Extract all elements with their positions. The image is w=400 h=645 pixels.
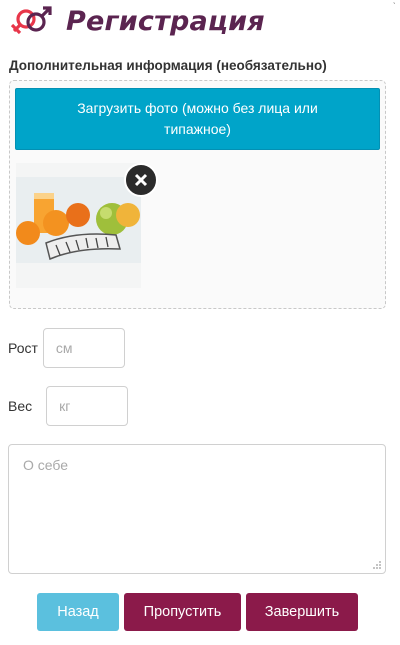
upload-photo-button[interactable]: Загрузить фото (можно без лица или типаж… — [15, 88, 380, 150]
photo-preview — [16, 163, 158, 288]
height-field-row: Рост — [8, 328, 125, 368]
resize-grip-icon[interactable] — [372, 560, 382, 570]
weight-input[interactable] — [46, 386, 129, 426]
close-icon — [134, 173, 148, 187]
page-header: Регистрация — [8, 2, 265, 40]
fruit-photo-thumbnail — [16, 163, 141, 288]
page-title: Регистрация — [66, 5, 265, 37]
corner-mark-icon: ˋ — [392, 2, 396, 13]
remove-photo-button[interactable] — [124, 163, 158, 197]
about-textarea[interactable] — [8, 444, 386, 574]
finish-button[interactable]: Завершить — [246, 593, 358, 631]
male-female-symbols-icon — [10, 6, 52, 35]
photo-upload-zone[interactable]: Загрузить фото (можно без лица или типаж… — [9, 80, 386, 309]
height-input[interactable] — [42, 328, 125, 368]
skip-button[interactable]: Пропустить — [124, 593, 241, 631]
weight-label: Вес — [8, 398, 33, 414]
height-label: Рост — [8, 340, 38, 356]
back-button[interactable]: Назад — [37, 593, 119, 631]
weight-field-row: Вес — [8, 386, 129, 426]
section-label: Дополнительная информация (необязательно… — [9, 58, 327, 73]
